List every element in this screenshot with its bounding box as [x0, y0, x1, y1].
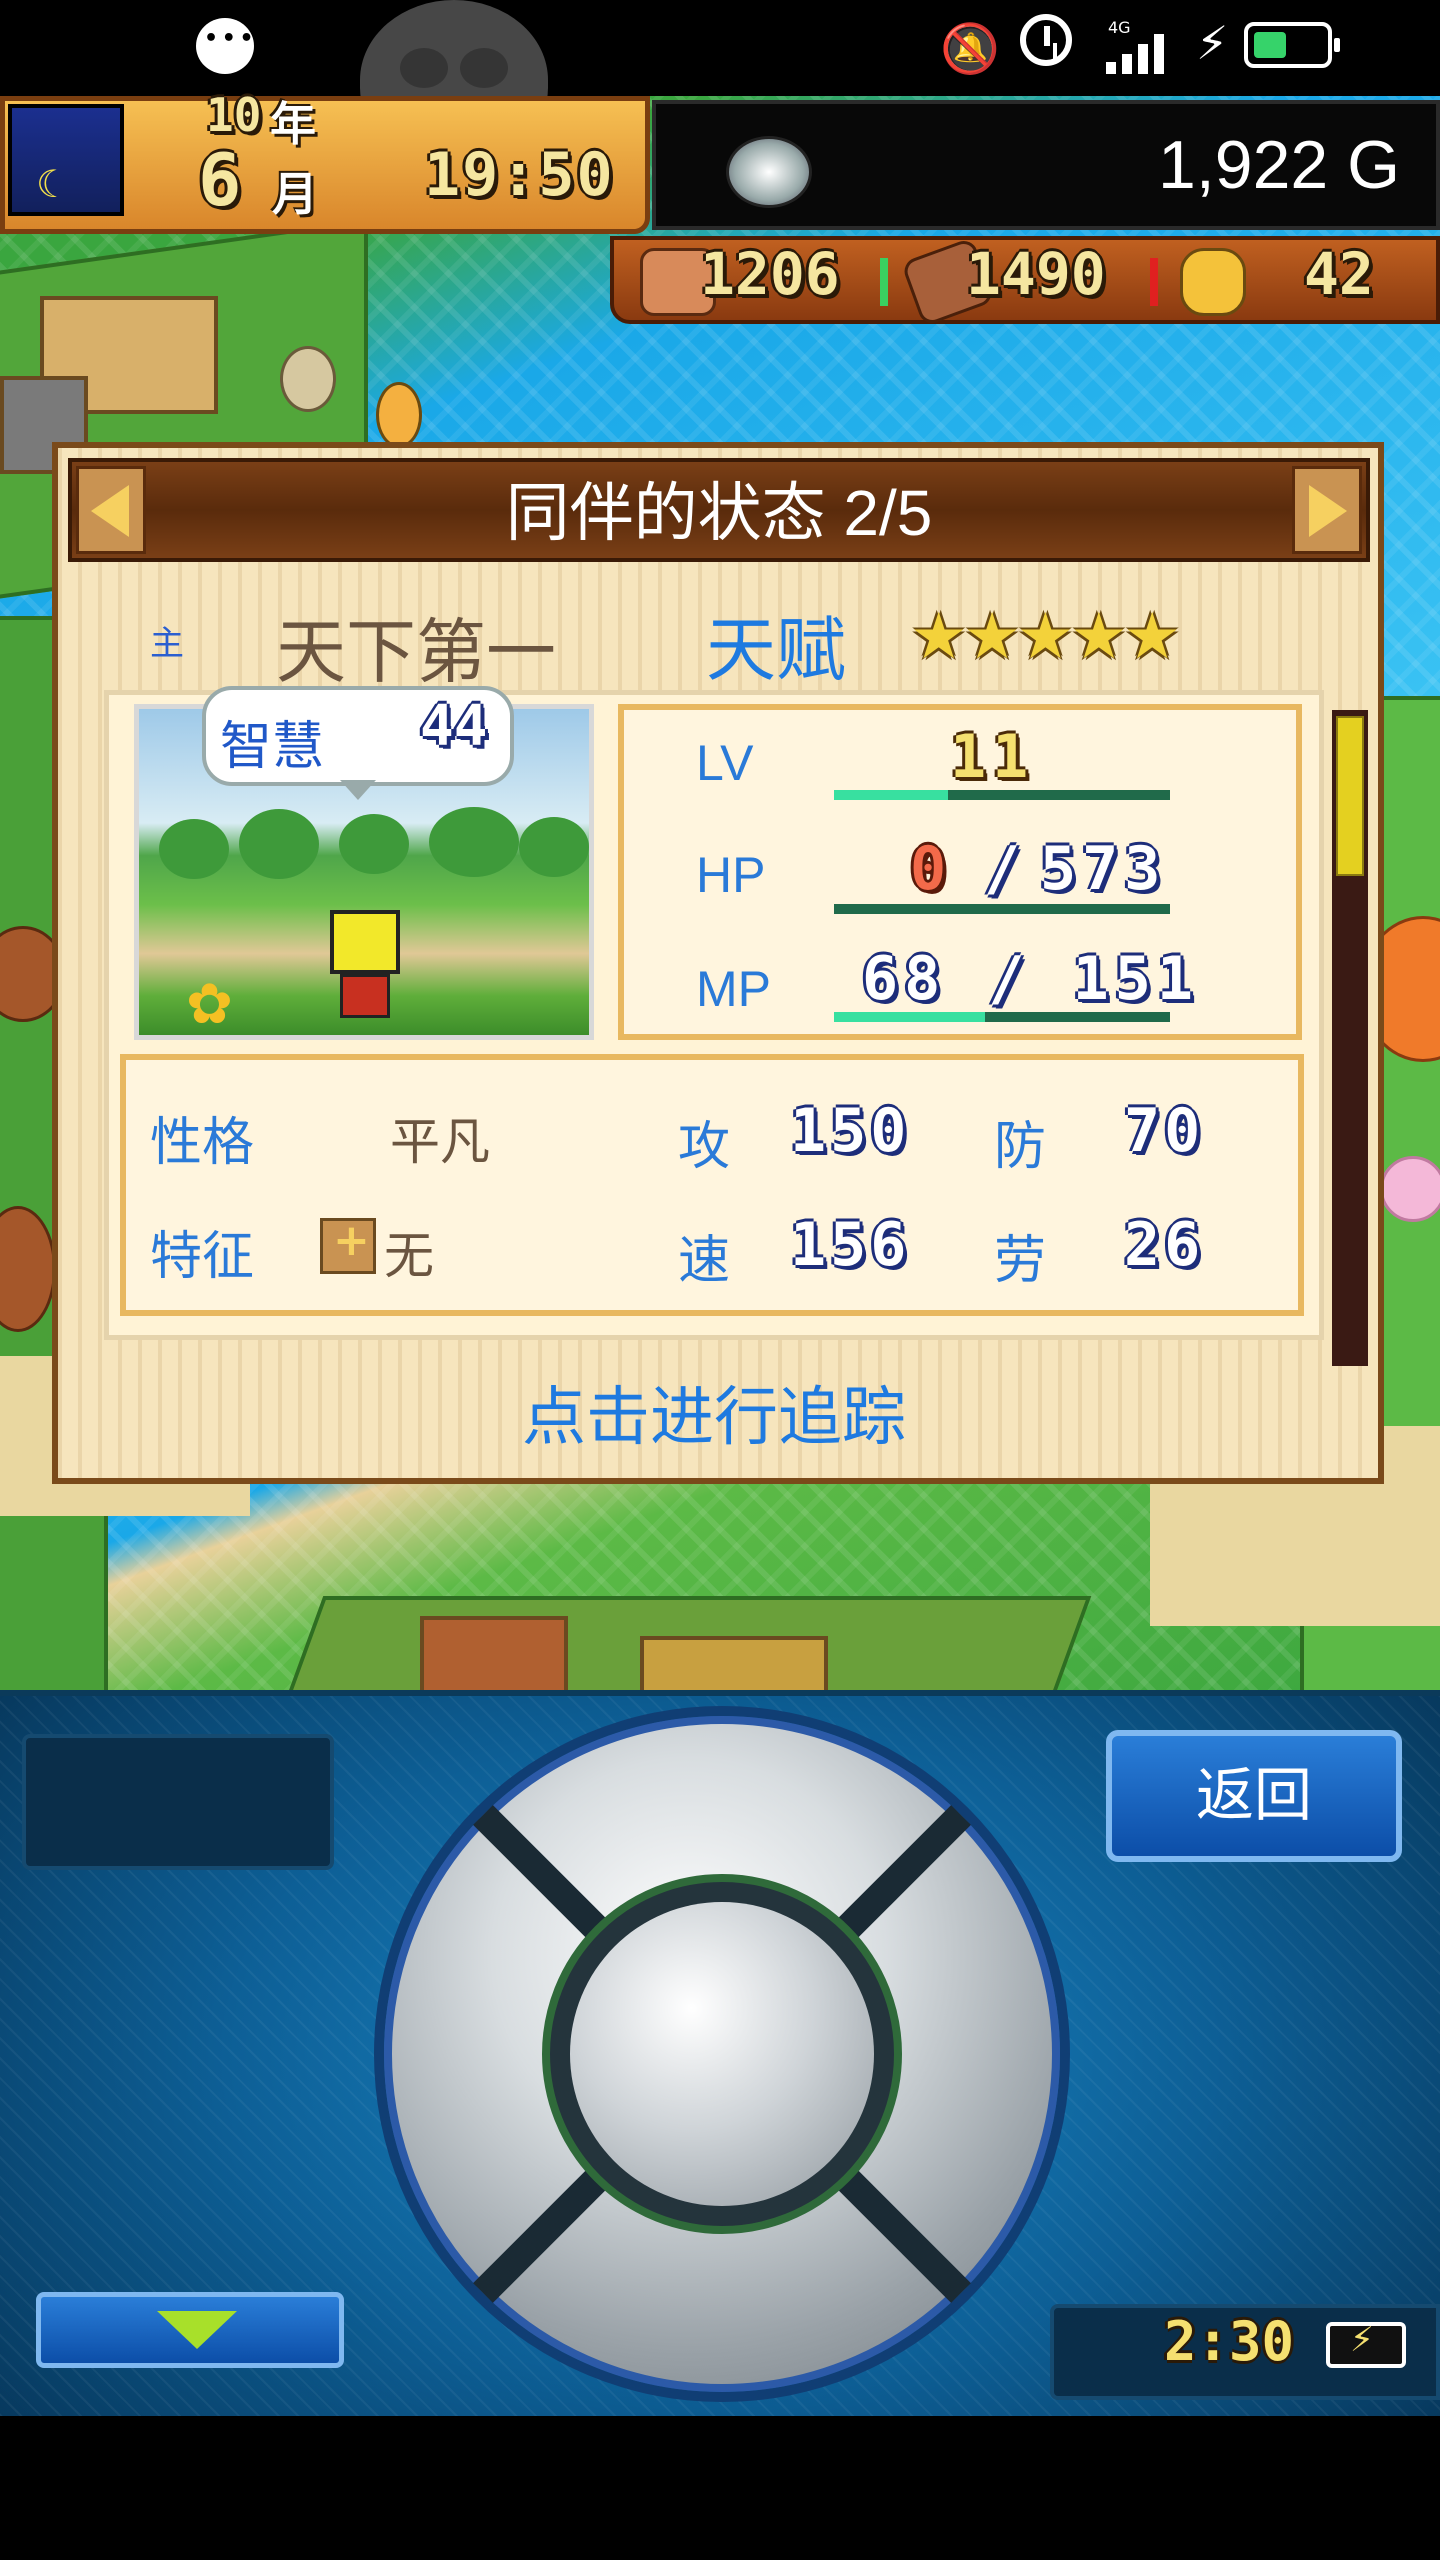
speed-value: 156	[790, 1210, 911, 1280]
wood-level-bar	[1150, 258, 1158, 306]
trait-value: 无	[384, 1227, 434, 1285]
character-sprite-body	[340, 974, 390, 1018]
trait-label: 特征	[150, 1227, 255, 1287]
game-clock: 19:50	[424, 140, 615, 210]
defense-label: 防	[994, 1117, 1047, 1177]
character-sprite	[330, 910, 400, 974]
year-value: 10	[206, 88, 262, 142]
dpad-center-button[interactable]	[570, 1902, 874, 2206]
menu-down-button[interactable]	[36, 2292, 344, 2368]
money-value: 1,922 G	[1158, 127, 1400, 203]
month-value: 6	[198, 138, 242, 222]
lv-progress-bar	[834, 790, 1170, 800]
arrow-right-icon	[1309, 485, 1347, 537]
intelligence-value: 44	[420, 694, 488, 759]
talent-stars: ★★★★★	[910, 600, 1181, 674]
wood-value: 1490	[966, 240, 1106, 308]
medal-value: 42	[1304, 240, 1374, 308]
previous-companion-button[interactable]	[76, 466, 146, 554]
track-companion-link[interactable]: 点击进行追踪	[104, 1366, 1324, 1458]
personality-value: 平凡	[390, 1113, 490, 1171]
signal-icon	[1106, 34, 1170, 74]
gold-medal-icon	[1180, 248, 1246, 316]
flower-icon: ✿	[186, 972, 233, 1037]
hp-label: HP	[696, 847, 766, 903]
mp-bar	[834, 1012, 1170, 1022]
trait-icon	[320, 1215, 376, 1274]
hp-current: 0	[910, 834, 953, 904]
battery-level: 34	[1350, 15, 1413, 78]
lv-label: LV	[696, 735, 754, 791]
mp-label: MP	[696, 961, 771, 1017]
compass-icon[interactable]	[726, 136, 812, 208]
next-companion-button[interactable]	[1292, 466, 1362, 554]
labor-label: 劳	[994, 1231, 1047, 1291]
dialog-title: 同伴的状态 2/5	[505, 477, 933, 549]
arrow-down-icon	[157, 2311, 237, 2349]
intelligence-label: 智慧	[220, 717, 325, 777]
lv-value: 11	[950, 722, 1035, 792]
status-time: 02:30	[26, 15, 167, 78]
food-value: 1206	[700, 240, 840, 308]
battery-icon	[1244, 22, 1340, 68]
month-label: 月	[272, 167, 318, 221]
alarm-icon	[1020, 14, 1072, 66]
attack-value: 150	[790, 1096, 911, 1166]
attack-label: 攻	[678, 1117, 731, 1177]
battery-charging-icon	[1326, 2320, 1406, 2368]
personality-label: 性格	[150, 1113, 255, 1173]
talent-label: 天赋	[706, 609, 846, 691]
dialog-scrollbar-thumb[interactable]	[1336, 716, 1364, 876]
main-tag: 主	[150, 624, 184, 664]
chat-notification-icon	[196, 18, 254, 74]
character-name: 天下第一	[276, 611, 556, 693]
lv-progress-fill	[834, 790, 949, 800]
arrow-left-icon	[91, 485, 129, 537]
food-level-bar	[880, 258, 888, 306]
back-button[interactable]: 返回	[1106, 1730, 1402, 1862]
hp-separator: /	[984, 834, 1027, 904]
charging-icon: ⚡	[1196, 16, 1229, 70]
mute-bell-icon: 🔕	[940, 21, 1000, 77]
device-clock: 2:30	[1164, 2310, 1295, 2373]
labor-value: 26	[1124, 1210, 1205, 1280]
panel-slot	[22, 1734, 334, 1870]
speed-label: 速	[678, 1231, 731, 1291]
hp-bar	[834, 904, 1170, 914]
moon-icon: ☾	[36, 162, 71, 206]
hp-max: 573	[1040, 834, 1167, 904]
year-label: 年	[270, 97, 316, 151]
mp-value: 68 / 151	[862, 944, 1199, 1014]
bubble-tail	[340, 780, 376, 800]
defense-value: 70	[1124, 1096, 1205, 1166]
mp-bar-fill	[834, 1012, 986, 1022]
